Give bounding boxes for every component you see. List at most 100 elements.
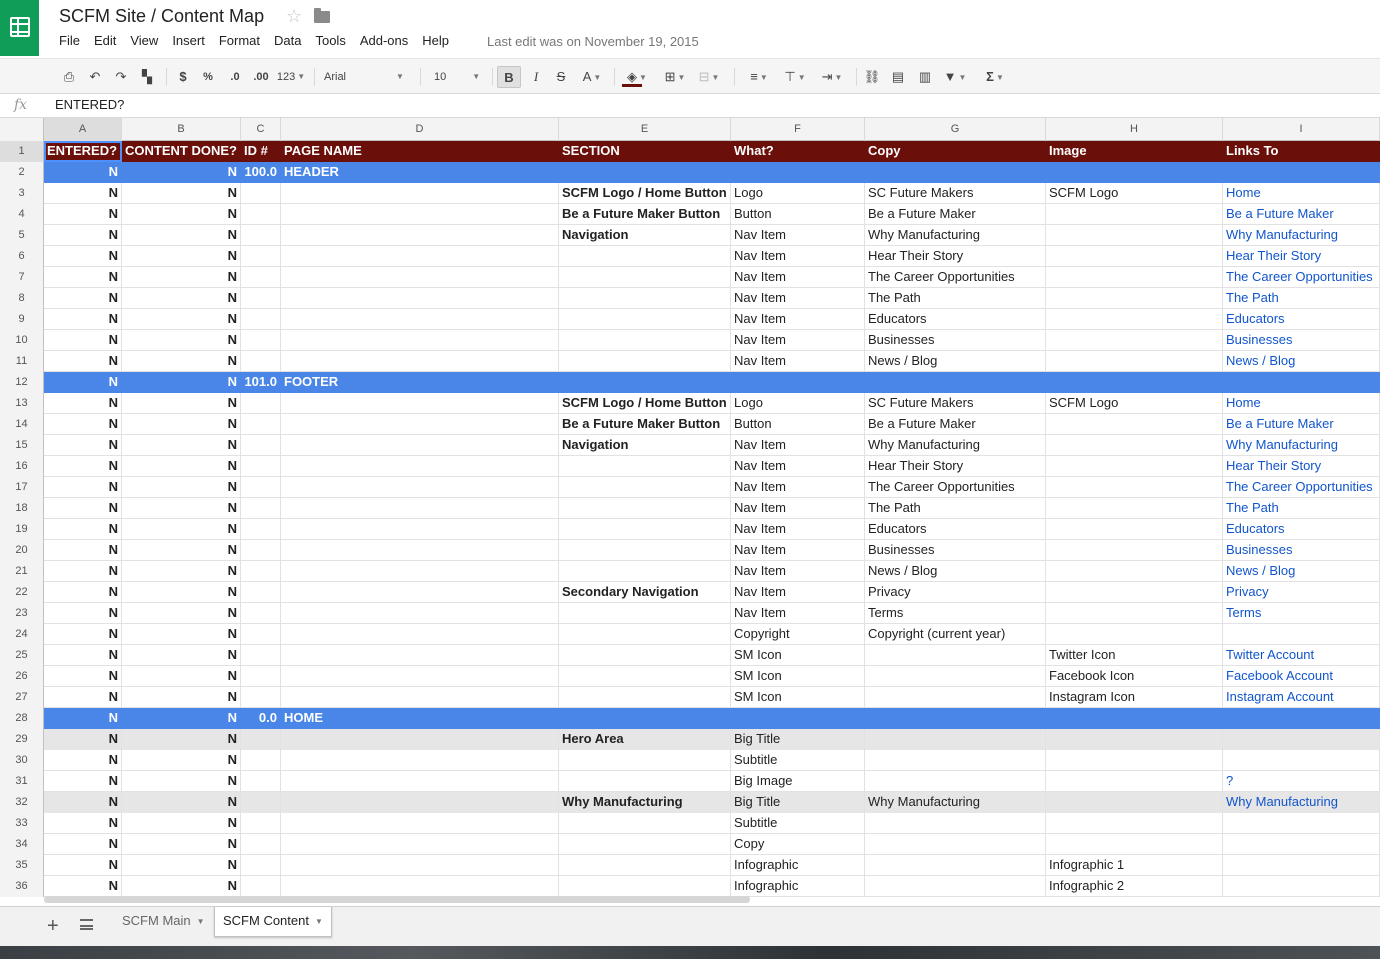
row-number[interactable]: 35 [0,855,44,876]
cell-f23[interactable]: Nav Item [731,603,865,624]
cell-a21[interactable]: N [44,561,122,582]
cell-h10[interactable] [1046,330,1223,351]
vertical-align-button[interactable]: ⊤ ▼ [780,66,810,88]
cell-c11[interactable] [241,351,281,372]
filter-button[interactable]: ▼ ▼ [940,66,970,88]
cell-d19[interactable] [281,519,559,540]
cell-i3[interactable]: Home [1223,183,1380,204]
cell-b5[interactable]: N [122,225,241,246]
cell-g15[interactable]: Why Manufacturing [865,435,1046,456]
cell-d8[interactable] [281,288,559,309]
cell-d18[interactable] [281,498,559,519]
cell-e3[interactable]: SCFM Logo / Home Button [559,183,731,204]
cell-f3[interactable]: Logo [731,183,865,204]
cell-g36[interactable] [865,876,1046,897]
cell-e33[interactable] [559,813,731,834]
cell-a18[interactable]: N [44,498,122,519]
cell-c12[interactable]: 101.0 [241,372,281,393]
cell-f14[interactable]: Button [731,414,865,435]
cell-g3[interactable]: SC Future Makers [865,183,1046,204]
decrease-decimal-button[interactable]: .0 [226,66,244,88]
cell-g18[interactable]: The Path [865,498,1046,519]
cell-g5[interactable]: Why Manufacturing [865,225,1046,246]
cell-f28[interactable] [731,708,865,729]
cell-f9[interactable]: Nav Item [731,309,865,330]
cell-f25[interactable]: SM Icon [731,645,865,666]
font-select[interactable]: Arial ▼ [322,66,410,88]
cell-d6[interactable] [281,246,559,267]
cell-d34[interactable] [281,834,559,855]
cell-a15[interactable]: N [44,435,122,456]
cell-g22[interactable]: Privacy [865,582,1046,603]
cell-d21[interactable] [281,561,559,582]
row-number[interactable]: 23 [0,603,44,624]
cell-g14[interactable]: Be a Future Maker [865,414,1046,435]
add-sheet-icon[interactable]: + [47,915,59,938]
cell-h23[interactable] [1046,603,1223,624]
cell-d33[interactable] [281,813,559,834]
row-number[interactable]: 17 [0,477,44,498]
column-header-d[interactable]: D [281,118,559,141]
cell-a8[interactable]: N [44,288,122,309]
menu-file[interactable]: File [59,33,80,51]
cell-d24[interactable] [281,624,559,645]
cell-b7[interactable]: N [122,267,241,288]
cell-c36[interactable] [241,876,281,897]
cell-i16[interactable]: Hear Their Story [1223,456,1380,477]
column-header-c[interactable]: C [241,118,281,141]
cell-e29[interactable]: Hero Area [559,729,731,750]
cell-d32[interactable] [281,792,559,813]
cell-c5[interactable] [241,225,281,246]
text-color-button[interactable]: A ▼ [577,66,607,88]
cell-h20[interactable] [1046,540,1223,561]
cell-d4[interactable] [281,204,559,225]
cell-h31[interactable] [1046,771,1223,792]
cell-e11[interactable] [559,351,731,372]
cell-f31[interactable]: Big Image [731,771,865,792]
cell-h21[interactable] [1046,561,1223,582]
cell-i11[interactable]: News / Blog [1223,351,1380,372]
cell-d5[interactable] [281,225,559,246]
cell-b8[interactable]: N [122,288,241,309]
cell-g4[interactable]: Be a Future Maker [865,204,1046,225]
row-number[interactable]: 24 [0,624,44,645]
cell-g2[interactable] [865,162,1046,183]
cell-c19[interactable] [241,519,281,540]
cell-g8[interactable]: The Path [865,288,1046,309]
cell-g34[interactable] [865,834,1046,855]
cell-b10[interactable]: N [122,330,241,351]
cell-i31[interactable]: ? [1223,771,1380,792]
cell-h34[interactable] [1046,834,1223,855]
horizontal-scrollbar[interactable] [44,896,750,903]
column-header-b[interactable]: B [122,118,241,141]
cell-e35[interactable] [559,855,731,876]
cell-g30[interactable] [865,750,1046,771]
cell-h33[interactable] [1046,813,1223,834]
cell-h16[interactable] [1046,456,1223,477]
cell-i35[interactable] [1223,855,1380,876]
cell-i2[interactable] [1223,162,1380,183]
cell-e23[interactable] [559,603,731,624]
cell-i1[interactable]: Links To [1223,141,1380,162]
cell-g31[interactable] [865,771,1046,792]
cell-d30[interactable] [281,750,559,771]
font-size-select[interactable]: 10 ▼ [434,66,486,88]
cell-c21[interactable] [241,561,281,582]
cell-f27[interactable]: SM Icon [731,687,865,708]
cell-a7[interactable]: N [44,267,122,288]
print-icon[interactable]: ⎙ [60,66,78,88]
cell-b1[interactable]: CONTENT DONE? [122,141,241,162]
cell-f18[interactable]: Nav Item [731,498,865,519]
redo-icon[interactable]: ↷ [112,66,130,88]
cell-h5[interactable] [1046,225,1223,246]
insert-comment-icon[interactable]: ▤ [889,66,907,88]
insert-link-icon[interactable]: ⛓ [863,66,881,88]
cell-g33[interactable] [865,813,1046,834]
cell-c8[interactable] [241,288,281,309]
menu-data[interactable]: Data [274,33,301,51]
cell-e16[interactable] [559,456,731,477]
cell-b29[interactable]: N [122,729,241,750]
cell-e32[interactable]: Why Manufacturing [559,792,731,813]
cell-d27[interactable] [281,687,559,708]
cell-d16[interactable] [281,456,559,477]
